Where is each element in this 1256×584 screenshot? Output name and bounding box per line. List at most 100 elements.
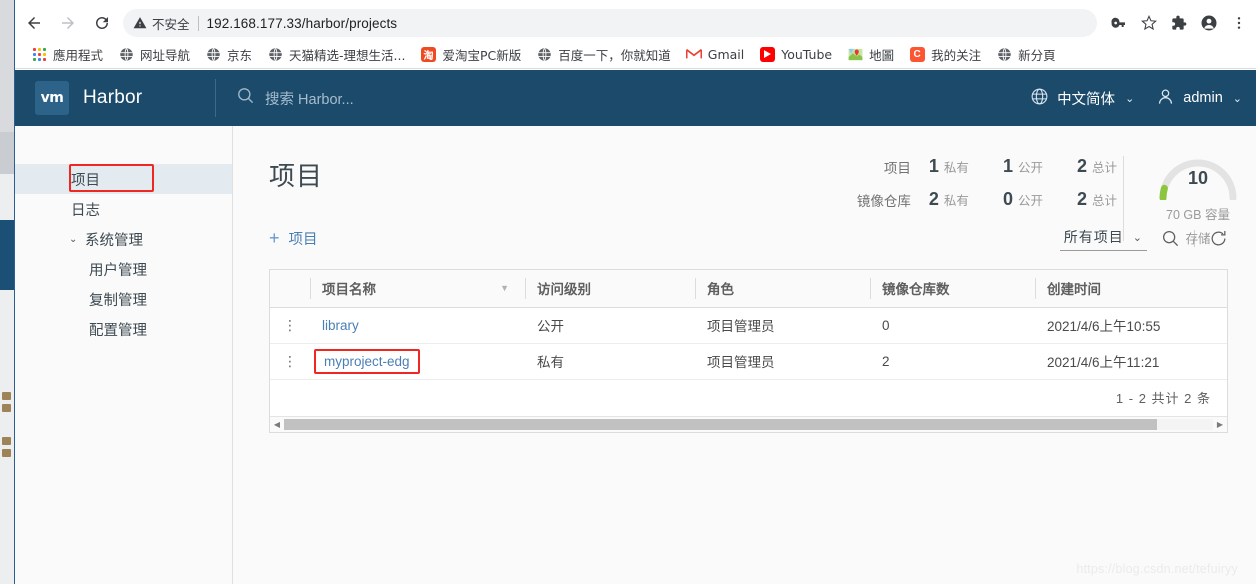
bookmark-item[interactable]: Gmail (680, 43, 753, 65)
table-row[interactable]: ⋮ myproject-edg 私有 项目管理员 2 2021/4/6上午11:… (270, 343, 1227, 380)
sidebar-item-projects[interactable]: 项目 (15, 164, 232, 194)
bookmark-item[interactable]: 天猫精选-理想生活... (261, 42, 414, 67)
key-icon[interactable] (1105, 9, 1133, 37)
bookmarks-bar: 應用程式 网址导航 京东 天猫精选-理想生活... 淘 爱淘宝PC新版 百度一下… (15, 40, 1256, 69)
vmware-logo-icon: vm (35, 81, 69, 115)
cell-role: 项目管理员 (695, 343, 870, 380)
csdn-icon: C (909, 46, 925, 62)
stat-total-count: 2 (1076, 156, 1087, 176)
bookmark-label: 我的关注 (931, 47, 982, 63)
th-actions (270, 270, 310, 308)
header-actions: 中文简体 ⌄ admin ⌄ (1030, 70, 1242, 126)
column-label: 角色 (707, 282, 734, 298)
scroll-right-icon[interactable]: ▶ (1213, 420, 1227, 429)
kebab-menu-icon[interactable]: ⋮ (283, 354, 297, 368)
omnibox-row: 不安全 192.168.177.33/harbor/projects (15, 6, 1256, 40)
sidebar-item-administration[interactable]: ⌄ 系统管理 (15, 224, 232, 254)
sidebar-item-replications[interactable]: 复制管理 (15, 284, 232, 314)
screen: 不安全 192.168.177.33/harbor/projects 應用程式 … (0, 0, 1256, 584)
bookmark-item[interactable]: 百度一下，你就知道 (530, 42, 680, 67)
stat-total-count: 2 (1076, 189, 1087, 209)
stat-label: 镜像仓库 (856, 193, 911, 209)
column-label: 创建时间 (1047, 282, 1101, 298)
sidebar-item-configuration[interactable]: 配置管理 (15, 314, 232, 344)
cell-project-name: myproject-edg (310, 343, 525, 380)
user-name: admin (1183, 90, 1223, 106)
sidebar-item-logs[interactable]: 日志 (15, 194, 232, 224)
star-icon[interactable] (1135, 9, 1163, 37)
stat-row-repositories: 镜像仓库 2 私有 0 公开 2 总计 (857, 183, 1117, 216)
gmail-icon (685, 46, 702, 62)
cell-access-level: 私有 (525, 343, 695, 380)
sidebar-item-label: 复制管理 (89, 292, 147, 309)
profile-icon[interactable] (1195, 9, 1223, 37)
bookmark-item[interactable]: 网址导航 (112, 42, 199, 67)
stat-private-unit: 私有 (943, 161, 969, 175)
harbor-app: vm Harbor 搜索 Harbor... 中文简体 ⌄ admin ⌄ 项目… (14, 70, 1256, 584)
bookmark-label: 网址导航 (140, 47, 191, 63)
bookmark-item[interactable]: YouTube (753, 43, 841, 65)
bookmark-item[interactable]: 京东 (199, 42, 261, 67)
address-bar[interactable]: 不安全 192.168.177.33/harbor/projects (123, 9, 1097, 37)
project-link[interactable]: myproject-edg (314, 348, 420, 374)
bookmark-label: 應用程式 (53, 47, 104, 63)
th-created-time[interactable]: 创建时间 (1035, 270, 1227, 308)
stat-public-count: 0 (1002, 189, 1013, 209)
bookmark-item[interactable]: C 我的关注 (903, 42, 990, 67)
horizontal-scrollbar[interactable]: ◀ ▶ (270, 415, 1227, 432)
gauge-value: 10 (1187, 168, 1209, 188)
scrollbar-track[interactable] (284, 418, 1213, 430)
th-role[interactable]: 角色 (695, 270, 870, 308)
new-project-button[interactable]: + 项目 (269, 228, 318, 249)
row-actions-cell: ⋮ (270, 307, 310, 344)
bookmark-item[interactable]: 地圖 (841, 42, 903, 67)
bookmark-apps[interactable]: 應用程式 (25, 42, 112, 67)
back-button[interactable] (19, 8, 49, 38)
desktop-icon[interactable] (2, 404, 11, 412)
sort-filter-icon[interactable]: ▼ (500, 283, 509, 293)
th-repo-count[interactable]: 镜像仓库数 (870, 270, 1035, 308)
column-label: 项目名称 (322, 282, 376, 298)
desktop-icon[interactable] (2, 449, 11, 457)
th-project-name[interactable]: 项目名称 ▼ (310, 270, 525, 308)
stat-row-projects: 项目 1 私有 1 公开 2 总计 (857, 150, 1117, 183)
th-access-level[interactable]: 访问级别 (525, 270, 695, 308)
table-row[interactable]: ⋮ library 公开 项目管理员 0 2021/4/6上午10:55 (270, 307, 1227, 344)
scroll-left-icon[interactable]: ◀ (270, 420, 284, 429)
desktop-strip-taskbar[interactable] (0, 220, 14, 290)
brand[interactable]: vm Harbor (15, 81, 215, 115)
desktop-icon[interactable] (2, 392, 11, 400)
storage-gauge: 10 70 GB 容量 存储 (1146, 150, 1250, 247)
app-body: 项目 日志 ⌄ 系统管理 用户管理 复制管理 配置管理 项目 项目 1 私有 1… (15, 126, 1256, 584)
header-divider (215, 79, 216, 117)
plus-icon: + (269, 228, 280, 248)
project-link[interactable]: library (322, 318, 359, 333)
sidebar-item-label: 项目 (71, 172, 100, 189)
bookmark-item[interactable]: 淘 爱淘宝PC新版 (414, 42, 530, 67)
table-header-row: 项目名称 ▼ 访问级别 角色 镜像仓库数 创建时间 (270, 270, 1227, 308)
kebab-menu-icon[interactable]: ⋮ (283, 318, 297, 332)
scrollbar-thumb[interactable] (284, 418, 1158, 430)
global-search[interactable]: 搜索 Harbor... (236, 86, 354, 110)
bookmark-label: YouTube (781, 46, 833, 62)
search-input[interactable]: 搜索 Harbor... (265, 88, 354, 109)
cell-repo-count: 0 (870, 307, 1035, 344)
projects-table: 项目名称 ▼ 访问级别 角色 镜像仓库数 创建时间 ⋮ library 公开 项… (270, 270, 1227, 380)
desktop-icon[interactable] (2, 437, 11, 445)
statistics-panel: 项目 1 私有 1 公开 2 总计 镜像仓库 2 私有 0 公开 2 总计 10… (857, 150, 1250, 247)
globe-icon (536, 46, 552, 62)
stats-divider (1123, 156, 1124, 241)
reload-button[interactable] (87, 8, 117, 38)
forward-button[interactable] (53, 8, 83, 38)
extensions-icon[interactable] (1165, 9, 1193, 37)
language-selector[interactable]: 中文简体 ⌄ (1030, 87, 1134, 110)
url-text: 192.168.177.33/harbor/projects (206, 15, 398, 31)
not-secure-warning-icon (133, 16, 147, 30)
stat-label: 项目 (883, 160, 911, 176)
column-label: 镜像仓库数 (882, 282, 950, 298)
chevron-down-icon: ⌄ (1125, 92, 1135, 105)
menu-icon[interactable] (1225, 9, 1253, 37)
user-menu[interactable]: admin ⌄ (1156, 87, 1242, 110)
bookmark-item[interactable]: 新分頁 (990, 42, 1065, 67)
sidebar-item-users[interactable]: 用户管理 (15, 254, 232, 284)
